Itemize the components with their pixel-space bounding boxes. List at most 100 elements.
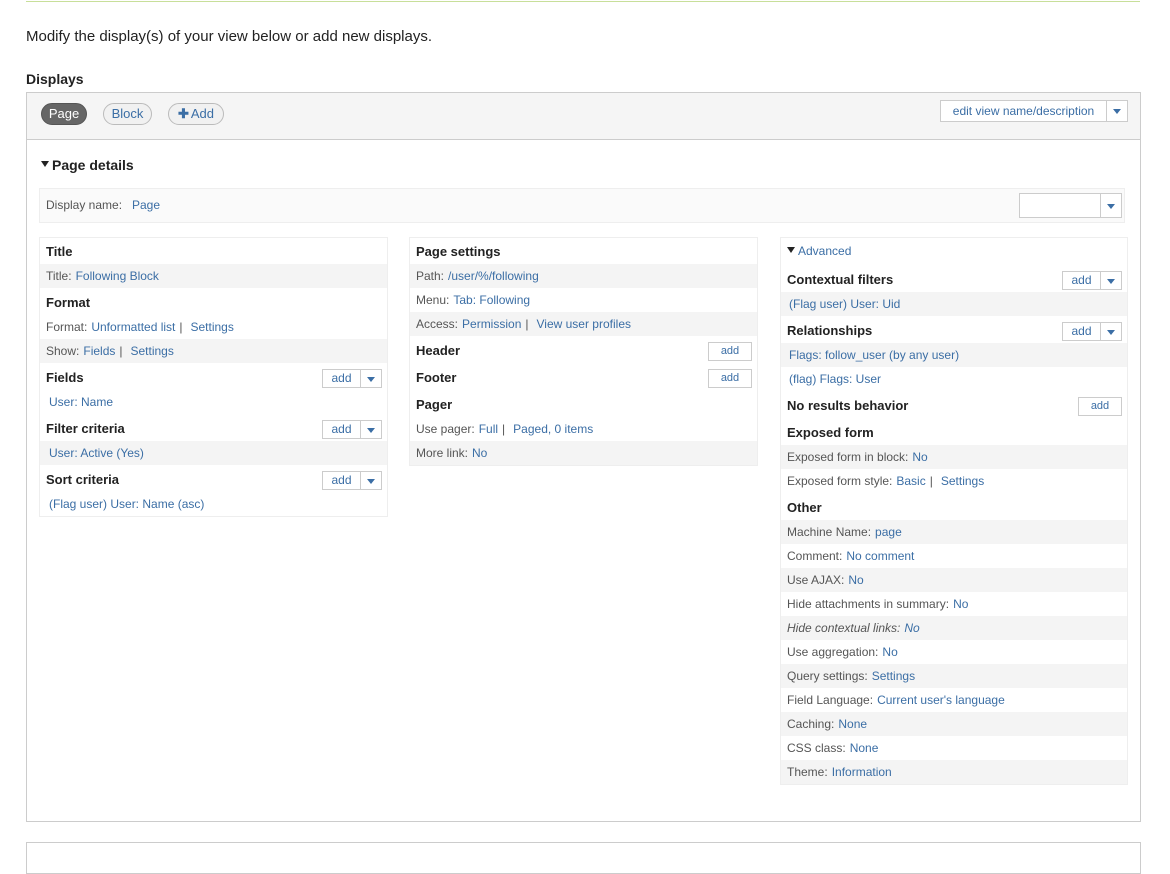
chevron-down-icon[interactable]	[1106, 101, 1127, 121]
next-panel	[26, 842, 1141, 874]
other-link[interactable]: page	[875, 525, 902, 539]
advanced-link[interactable]: Advanced	[798, 244, 851, 258]
field-item-link[interactable]: User: Name	[49, 395, 113, 409]
chevron-down-icon[interactable]	[1100, 323, 1121, 340]
format-link[interactable]: Unformatted list	[91, 320, 175, 334]
other-row: Hide attachments in summary: No	[781, 592, 1127, 616]
title-link[interactable]: Following Block	[76, 269, 159, 283]
exposed-style-settings-link[interactable]: Settings	[941, 474, 984, 488]
edit-view-label[interactable]: edit view name/description	[941, 101, 1106, 121]
format-label: Format:	[46, 320, 88, 334]
chevron-down-icon[interactable]	[360, 421, 381, 438]
other-link[interactable]: None	[850, 741, 879, 755]
other-link[interactable]: Information	[832, 765, 892, 779]
other-link[interactable]: No	[848, 573, 863, 587]
edit-view-dropdown[interactable]: edit view name/description	[940, 100, 1128, 122]
format-settings-link[interactable]: Settings	[191, 320, 234, 334]
exposed-block-row: Exposed form in block: No	[781, 445, 1127, 469]
separator: |	[119, 344, 123, 358]
chevron-down-icon[interactable]	[1100, 272, 1121, 289]
exposed-style-link[interactable]: Basic	[896, 474, 925, 488]
other-link[interactable]: No comment	[846, 549, 914, 563]
sort-add-dropdown[interactable]: add	[322, 471, 382, 490]
footer-add-button[interactable]: add	[708, 369, 752, 388]
other-row: Theme: Information	[781, 760, 1127, 784]
other-label: Comment:	[787, 549, 843, 563]
other-label: Use aggregation:	[787, 645, 879, 659]
display-actions-label[interactable]	[1020, 194, 1100, 217]
other-link[interactable]: Settings	[872, 669, 915, 683]
other-link[interactable]: Current user's language	[877, 693, 1005, 707]
other-link[interactable]: No	[882, 645, 897, 659]
filter-add-button[interactable]: add	[323, 421, 360, 438]
show-settings-link[interactable]: Settings	[131, 344, 174, 358]
format-heading: Format	[46, 295, 91, 310]
sort-add-button[interactable]: add	[323, 472, 360, 489]
other-label: Query settings:	[787, 669, 868, 683]
filter-item-link[interactable]: User: Active (Yes)	[49, 446, 144, 460]
footer-heading: Footer	[416, 370, 457, 385]
column-page-settings: Page settings Path:/user/%/following Men…	[409, 237, 758, 466]
other-label: Theme:	[787, 765, 828, 779]
chevron-down-icon[interactable]	[1100, 194, 1121, 217]
field-item: User: Name	[40, 390, 387, 414]
access-row: Access: Permission | View user profiles	[410, 312, 757, 336]
header-add-button[interactable]: add	[708, 342, 752, 361]
status-message-border	[26, 0, 1140, 2]
pager-options-link[interactable]: Paged, 0 items	[513, 422, 593, 436]
page-settings-heading: Page settings	[416, 244, 501, 259]
exposed-block-link[interactable]: No	[912, 450, 927, 464]
column-basic: Title Title: Following Block Format Forma…	[39, 237, 388, 517]
no-results-add-button[interactable]: add	[1078, 397, 1122, 416]
relationship-item: Flags: follow_user (by any user)	[781, 343, 1127, 367]
show-link[interactable]: Fields	[83, 344, 115, 358]
chevron-down-icon[interactable]	[360, 472, 381, 489]
collapse-triangle-icon	[787, 246, 795, 253]
relationships-add-dropdown[interactable]: add	[1062, 322, 1122, 341]
menu-link[interactable]: Tab: Following	[453, 293, 530, 307]
tab-page[interactable]: Page	[41, 103, 87, 125]
contextual-item: (Flag user) User: Uid	[781, 292, 1127, 316]
access-link[interactable]: Permission	[462, 317, 521, 331]
access-label: Access:	[416, 317, 459, 331]
use-pager-row: Use pager: Full | Paged, 0 items	[410, 417, 757, 441]
more-link-link[interactable]: No	[472, 446, 487, 460]
separator: |	[929, 474, 933, 488]
displays-heading: Displays	[26, 71, 84, 87]
relationship-item-link[interactable]: Flags: follow_user (by any user)	[789, 348, 959, 362]
relationships-add-button[interactable]: add	[1063, 323, 1100, 340]
filter-item: User: Active (Yes)	[40, 441, 387, 465]
contextual-item-link[interactable]: (Flag user) User: Uid	[789, 297, 900, 311]
sort-heading: Sort criteria	[46, 472, 119, 487]
other-heading: Other	[787, 500, 822, 515]
other-link[interactable]: No	[953, 597, 968, 611]
contextual-add-button[interactable]: add	[1063, 272, 1100, 289]
exposed-style-label: Exposed form style:	[787, 474, 893, 488]
other-label: Hide contextual links:	[787, 621, 901, 635]
display-actions-dropdown[interactable]	[1019, 193, 1122, 218]
filter-add-dropdown[interactable]: add	[322, 420, 382, 439]
access-settings-link[interactable]: View user profiles	[537, 317, 632, 331]
path-link[interactable]: /user/%/following	[448, 269, 539, 283]
page-details-title[interactable]: Page details	[41, 157, 134, 173]
contextual-add-dropdown[interactable]: add	[1062, 271, 1122, 290]
sort-item-link[interactable]: (Flag user) User: Name (asc)	[49, 497, 204, 511]
use-pager-link[interactable]: Full	[479, 422, 498, 436]
other-link[interactable]: No	[904, 621, 919, 635]
title-heading: Title	[46, 244, 73, 259]
fields-add-dropdown[interactable]: add	[322, 369, 382, 388]
advanced-toggle[interactable]: Advanced	[787, 244, 851, 258]
other-row: Comment: No comment	[781, 544, 1127, 568]
other-row: Hide contextual links: No	[781, 616, 1127, 640]
other-row: Query settings: Settings	[781, 664, 1127, 688]
tab-block[interactable]: Block	[103, 103, 152, 125]
display-name-link[interactable]: Page	[132, 198, 160, 212]
add-display-button[interactable]: ✚ Add	[168, 103, 224, 125]
path-row: Path:/user/%/following	[410, 264, 757, 288]
separator: |	[502, 422, 506, 436]
other-link[interactable]: None	[838, 717, 867, 731]
fields-add-button[interactable]: add	[323, 370, 360, 387]
other-label: Caching:	[787, 717, 835, 731]
relationship-item-link[interactable]: (flag) Flags: User	[789, 372, 881, 386]
chevron-down-icon[interactable]	[360, 370, 381, 387]
